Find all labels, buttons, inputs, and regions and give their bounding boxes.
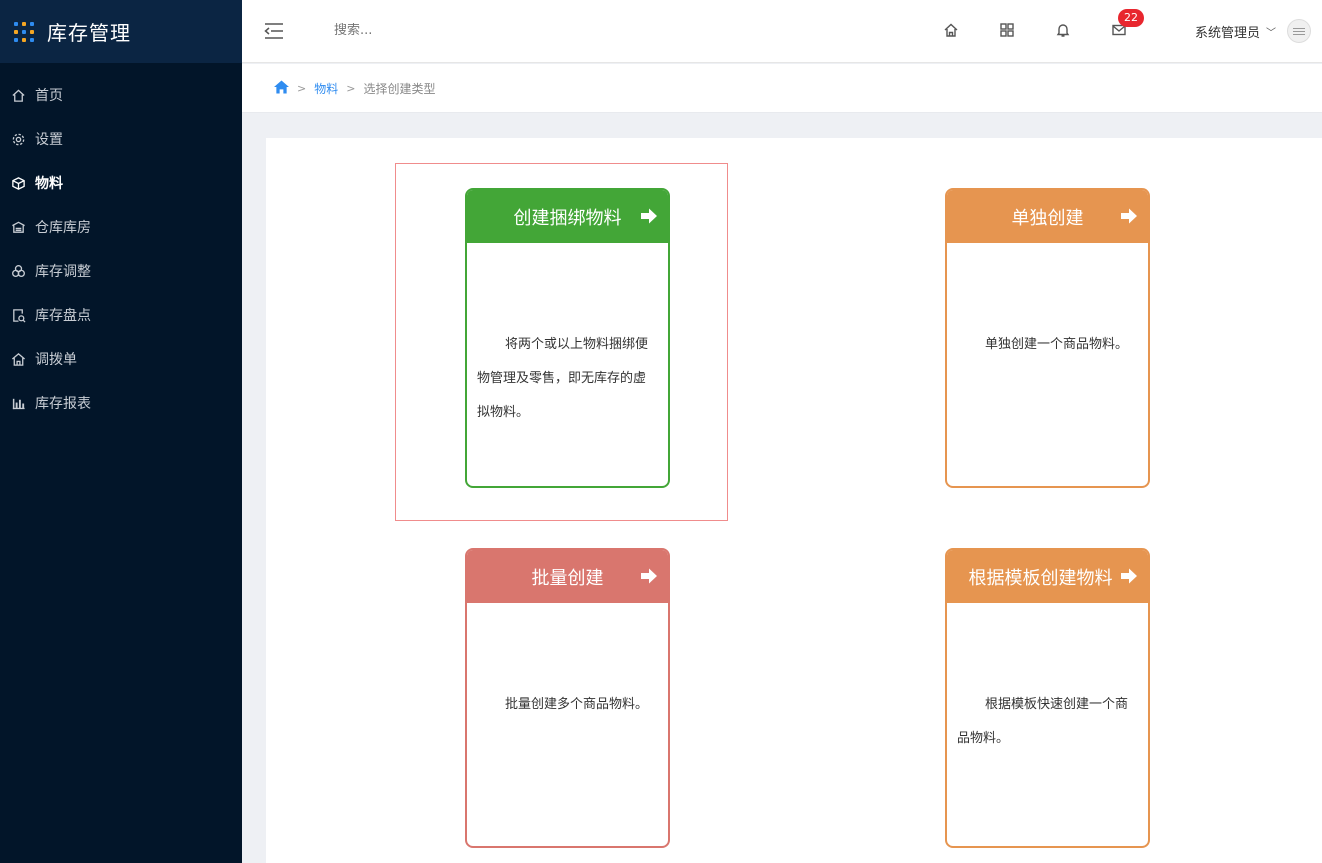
card-header: 创建捆绑物料 xyxy=(467,190,668,243)
sidebar-item-home[interactable]: 首页 xyxy=(0,73,242,117)
card-header: 批量创建 xyxy=(467,550,668,603)
arrow-right-icon xyxy=(640,207,658,225)
sidebar-item-label: 库存报表 xyxy=(35,396,91,412)
breadcrumb-separator: > xyxy=(297,81,307,95)
card-title: 创建捆绑物料 xyxy=(513,207,622,229)
sidebar: 库存管理 首页 设置 物料 仓库库房 库存调整 库存盘点 调拨单 库存报表 xyxy=(0,0,242,863)
card-description: 批量创建多个商品物料。 xyxy=(505,697,649,712)
message-count-badge: 22 xyxy=(1118,9,1144,27)
chevron-down-icon: ﹀ xyxy=(1266,28,1277,39)
breadcrumb: > 物料 > 选择创建类型 xyxy=(242,64,1322,113)
sidebar-menu: 首页 设置 物料 仓库库房 库存调整 库存盘点 调拨单 库存报表 xyxy=(0,73,242,425)
card-header: 根据模板创建物料 xyxy=(947,550,1148,603)
sidebar-item-stock-check[interactable]: 库存盘点 xyxy=(0,293,242,337)
arrow-right-icon xyxy=(640,567,658,585)
sidebar-item-stock-report[interactable]: 库存报表 xyxy=(0,381,242,425)
bell-icon[interactable] xyxy=(1055,22,1073,40)
breadcrumb-home-icon[interactable] xyxy=(274,79,289,97)
transfer-icon xyxy=(10,351,26,367)
gear-icon xyxy=(10,131,26,147)
sidebar-item-warehouse[interactable]: 仓库库房 xyxy=(0,205,242,249)
sidebar-item-label: 首页 xyxy=(35,88,63,104)
arrow-right-icon xyxy=(1120,567,1138,585)
home-icon[interactable] xyxy=(943,22,961,40)
card-title: 根据模板创建物料 xyxy=(968,567,1113,589)
breadcrumb-current: 选择创建类型 xyxy=(363,81,436,96)
sidebar-item-materials[interactable]: 物料 xyxy=(0,161,242,205)
sidebar-item-label: 仓库库房 xyxy=(35,220,91,236)
warehouse-icon xyxy=(10,219,26,235)
sidebar-item-transfer[interactable]: 调拨单 xyxy=(0,337,242,381)
card-description: 根据模板快速创建一个商品物料。 xyxy=(957,697,1129,746)
arrow-right-icon xyxy=(1120,207,1138,225)
bar-chart-icon xyxy=(10,395,26,411)
app-logo[interactable]: 库存管理 xyxy=(0,0,242,63)
sidebar-item-label: 物料 xyxy=(35,176,63,192)
top-header: 22 系统管理员 ﹀ xyxy=(242,0,1322,63)
apps-grid-icon[interactable] xyxy=(999,22,1017,40)
card-description: 将两个或以上物料捆绑便物管理及零售，即无库存的虚拟物料。 xyxy=(477,337,649,420)
sidebar-item-settings[interactable]: 设置 xyxy=(0,117,242,161)
avatar[interactable] xyxy=(1287,19,1311,43)
menu-toggle-icon[interactable] xyxy=(264,22,284,40)
sidebar-item-label: 调拨单 xyxy=(35,352,77,368)
user-name: 系统管理员 xyxy=(1195,26,1261,41)
user-menu[interactable]: 系统管理员 ﹀ xyxy=(1195,22,1276,41)
app-title: 库存管理 xyxy=(47,21,131,45)
sidebar-item-label: 库存调整 xyxy=(35,264,91,280)
search-input[interactable] xyxy=(334,23,534,38)
card-description: 单独创建一个商品物料。 xyxy=(985,337,1129,352)
card-header: 单独创建 xyxy=(947,190,1148,243)
adjust-icon xyxy=(10,263,26,279)
card-create-from-template[interactable]: 根据模板创建物料 根据模板快速创建一个商品物料。 xyxy=(945,548,1150,848)
sidebar-item-label: 设置 xyxy=(35,132,63,148)
grid-logo-icon xyxy=(14,21,34,42)
card-create-batch[interactable]: 批量创建 批量创建多个商品物料。 xyxy=(465,548,670,848)
card-create-bundle[interactable]: 创建捆绑物料 将两个或以上物料捆绑便物管理及零售，即无库存的虚拟物料。 xyxy=(465,188,670,488)
card-create-single[interactable]: 单独创建 单独创建一个商品物料。 xyxy=(945,188,1150,488)
sidebar-item-label: 库存盘点 xyxy=(35,308,91,324)
cube-icon xyxy=(10,175,26,191)
inventory-check-icon xyxy=(10,307,26,323)
breadcrumb-separator: > xyxy=(346,81,356,95)
sidebar-item-stock-adjust[interactable]: 库存调整 xyxy=(0,249,242,293)
breadcrumb-materials-link[interactable]: 物料 xyxy=(314,80,338,97)
home-icon xyxy=(10,87,26,103)
card-title: 批量创建 xyxy=(531,567,604,589)
card-title: 单独创建 xyxy=(1011,207,1084,229)
